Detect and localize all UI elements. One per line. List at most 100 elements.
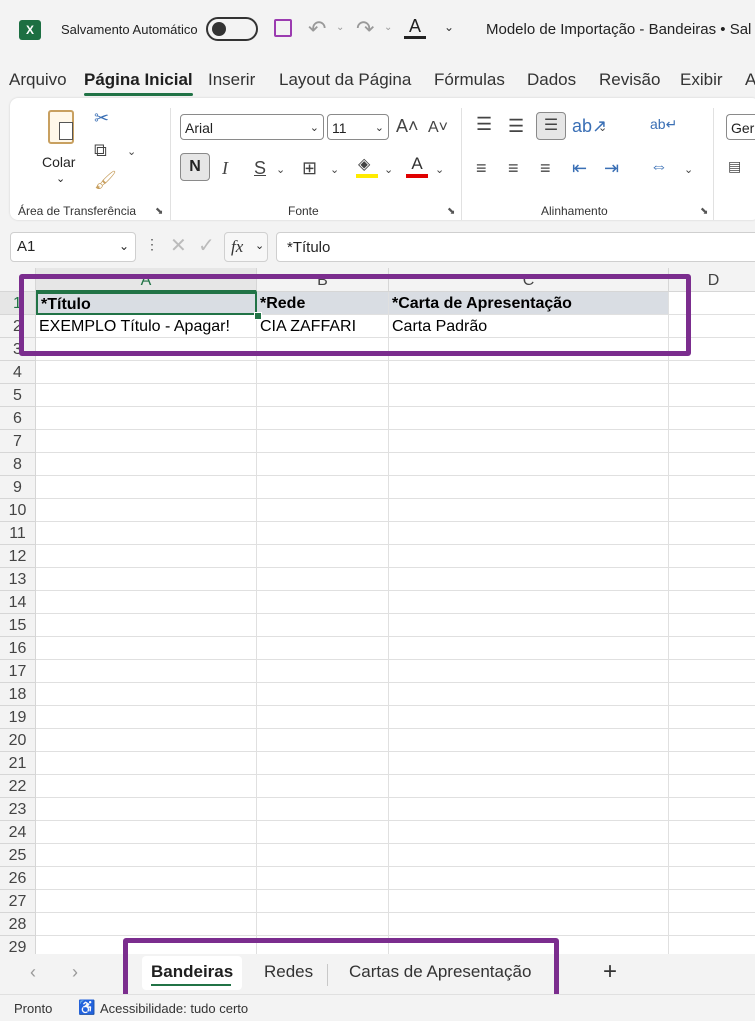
empty-cell[interactable] [669,798,755,821]
font-color-dropdown-icon[interactable]: ⌄ [435,160,444,180]
empty-cell[interactable] [389,384,669,407]
empty-cell[interactable] [36,545,257,568]
empty-cell[interactable] [669,821,755,844]
empty-cell[interactable] [257,683,389,706]
decrease-indent-icon[interactable]: ⇤ [572,158,587,178]
scroll-left-icon[interactable]: ‹ [30,962,36,983]
sheet-tab-redes[interactable]: Redes [264,962,313,982]
empty-cell[interactable] [669,292,755,315]
decrease-font-icon[interactable]: A˅ [428,118,448,138]
tab-inserir[interactable]: Inserir [208,70,255,90]
empty-cell[interactable] [669,338,755,361]
empty-cell[interactable] [257,522,389,545]
align-left-icon[interactable]: ≡ [476,158,487,178]
accessibility-icon[interactable]: ♿ [78,999,95,1016]
empty-cell[interactable] [389,752,669,775]
empty-cell[interactable] [257,890,389,913]
row-header[interactable]: 20 [0,729,36,752]
fill-handle[interactable] [254,312,262,320]
empty-cell[interactable] [36,867,257,890]
empty-cell[interactable] [36,660,257,683]
empty-cell[interactable] [389,936,669,954]
empty-cell[interactable] [669,315,755,338]
empty-cell[interactable] [669,706,755,729]
more-options-icon[interactable]: ⋮ [145,236,159,253]
tab-dados[interactable]: Dados [527,70,576,90]
tab-revisao[interactable]: Revisão [599,70,660,90]
sheet-tab-cartas[interactable]: Cartas de Apresentação [349,962,531,982]
empty-cell[interactable] [669,752,755,775]
cancel-icon[interactable]: ✕ [170,233,187,258]
column-header-c[interactable]: C [389,268,669,292]
empty-cell[interactable] [257,660,389,683]
redo-icon[interactable]: ↷ [356,16,374,42]
row-header[interactable]: 3 [0,338,36,361]
empty-cell[interactable] [257,499,389,522]
row-header[interactable]: 26 [0,867,36,890]
empty-cell[interactable] [36,821,257,844]
increase-indent-icon[interactable]: ⇥ [604,158,619,178]
empty-cell[interactable] [36,637,257,660]
number-format-select[interactable]: Gera [726,114,755,140]
save-icon[interactable] [274,19,292,37]
row-header[interactable]: 12 [0,545,36,568]
empty-cell[interactable] [36,384,257,407]
empty-cell[interactable] [36,407,257,430]
empty-cell[interactable] [257,430,389,453]
empty-cell[interactable] [669,499,755,522]
align-middle-icon[interactable]: ☰ [508,116,524,136]
cell-b2[interactable]: CIA ZAFFARI [257,315,389,338]
row-header[interactable]: 21 [0,752,36,775]
empty-cell[interactable] [389,614,669,637]
italic-button[interactable]: I [222,158,228,178]
enter-icon[interactable]: ✓ [198,233,215,258]
empty-cell[interactable] [36,614,257,637]
empty-cell[interactable] [257,844,389,867]
empty-cell[interactable] [669,453,755,476]
empty-cell[interactable] [257,384,389,407]
empty-cell[interactable] [389,706,669,729]
font-color-quick-icon[interactable]: A [404,16,426,39]
empty-cell[interactable] [389,729,669,752]
empty-cell[interactable] [257,453,389,476]
row-header[interactable]: 17 [0,660,36,683]
fill-color-dropdown-icon[interactable]: ⌄ [384,160,393,180]
empty-cell[interactable] [36,706,257,729]
empty-cell[interactable] [257,706,389,729]
undo-icon[interactable]: ↶ [308,16,326,42]
borders-icon[interactable]: ⊞ [302,158,317,178]
empty-cell[interactable] [669,545,755,568]
align-center-icon[interactable]: ≡ [508,158,519,178]
orientation-dropdown-icon[interactable]: ⌄ [598,118,607,138]
empty-cell[interactable] [669,775,755,798]
empty-cell[interactable] [669,614,755,637]
empty-cell[interactable] [36,913,257,936]
empty-cell[interactable] [389,407,669,430]
empty-cell[interactable] [257,936,389,954]
empty-cell[interactable] [257,614,389,637]
empty-cell[interactable] [389,361,669,384]
empty-cell[interactable] [669,913,755,936]
align-bottom-button[interactable]: ☰ [536,112,566,140]
autosave-toggle[interactable] [206,17,258,41]
row-header[interactable]: 24 [0,821,36,844]
empty-cell[interactable] [669,890,755,913]
empty-cell[interactable] [36,729,257,752]
empty-cell[interactable] [669,430,755,453]
empty-cell[interactable] [257,775,389,798]
empty-cell[interactable] [36,568,257,591]
empty-cell[interactable] [669,568,755,591]
merge-dropdown-icon[interactable]: ⌄ [684,160,693,180]
empty-cell[interactable] [36,752,257,775]
font-color-icon[interactable]: A [406,154,428,178]
empty-cell[interactable] [36,522,257,545]
empty-cell[interactable] [389,522,669,545]
wrap-text-icon[interactable]: ab↵ [650,114,677,134]
empty-cell[interactable] [257,637,389,660]
empty-cell[interactable] [389,545,669,568]
column-header-a[interactable]: A [36,268,257,292]
formula-input[interactable]: *Título [276,232,755,262]
tab-more[interactable]: A [745,70,755,90]
underline-dropdown-icon[interactable]: ⌄ [276,160,285,180]
accessibility-status[interactable]: Acessibilidade: tudo certo [100,1001,248,1016]
